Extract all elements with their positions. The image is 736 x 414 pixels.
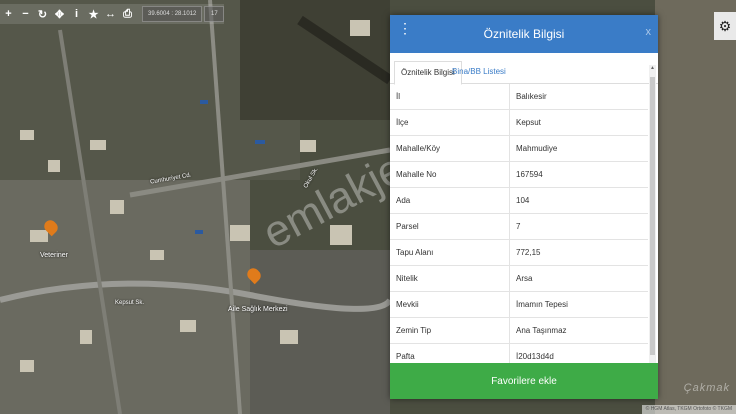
- attribute-key: İlçe: [390, 109, 510, 136]
- table-row: Nitelik Arsa: [390, 265, 648, 292]
- add-favorite-button[interactable]: Favorilere ekle: [390, 363, 658, 399]
- map-attribution: © HGM Atlas, TKGM Ortofoto © TKGM: [641, 405, 736, 414]
- zoom-level: 17: [204, 6, 225, 22]
- close-icon[interactable]: x: [646, 26, 652, 38]
- attribute-key: Tapu Alanı: [390, 239, 510, 266]
- attribute-value: Arsa: [509, 265, 648, 292]
- tab-building-list[interactable]: Bina/BB Listesi: [446, 61, 512, 83]
- attribute-key: Zemin Tip: [390, 317, 510, 344]
- coordinate-readout: 39.6004 : 28.1012: [142, 6, 203, 22]
- attribute-value: 104: [509, 187, 648, 214]
- place-label: Çakmak: [683, 382, 730, 394]
- table-row: Mahalle No 167594: [390, 161, 648, 188]
- table-row: Zemin Tip Ana Taşınmaz: [390, 317, 648, 344]
- poi-label-health-center: Aile Sağlık Merkezi: [228, 306, 288, 313]
- attribute-key: İl: [390, 84, 510, 110]
- table-row: Ada 104: [390, 187, 648, 214]
- attribute-value: 167594: [509, 161, 648, 188]
- print-icon[interactable]: ⎙: [119, 5, 136, 23]
- measure-icon[interactable]: ↔: [102, 5, 119, 23]
- attribute-value: Balıkesir: [509, 84, 648, 110]
- attribute-table: İl Balıkesir İlçe Kepsut Mahalle/Köy Mahmud…: [390, 84, 648, 378]
- map-toolbar: + − ↻ ✥ i ★ ↔ ⎙ 39.6004 : 28.1012 17: [0, 4, 225, 24]
- attribute-key: Parsel: [390, 213, 510, 240]
- menu-icon[interactable]: ⋮: [398, 21, 412, 35]
- attribute-value: Ana Taşınmaz: [509, 317, 648, 344]
- attribute-key: Mahalle No: [390, 161, 510, 188]
- zoom-out-icon[interactable]: −: [17, 5, 34, 23]
- attribute-value: Kepsut: [509, 109, 648, 136]
- info-icon[interactable]: i: [68, 5, 85, 23]
- attribute-key: Nitelik: [390, 265, 510, 292]
- scroll-up-icon[interactable]: ▲: [649, 65, 656, 73]
- road-label: Kepsut Sk.: [115, 300, 145, 306]
- attribute-key: Mahalle/Köy: [390, 135, 510, 162]
- table-row: Tapu Alanı 772,15: [390, 239, 648, 266]
- attribute-key: Mevkii: [390, 291, 510, 318]
- attribute-value: Mahmudiye: [509, 135, 648, 162]
- panel-header: ⋮ Öznitelik Bilgisi x: [390, 15, 658, 53]
- attribute-key: Ada: [390, 187, 510, 214]
- panel-scrollbar[interactable]: ▲ ▼: [649, 65, 656, 377]
- scroll-thumb[interactable]: [650, 77, 655, 355]
- table-row: İlçe Kepsut: [390, 109, 648, 136]
- refresh-icon[interactable]: ↻: [34, 5, 51, 23]
- attribute-value: İmamın Tepesi: [509, 291, 648, 318]
- zoom-in-icon[interactable]: +: [0, 5, 17, 23]
- panel-title: Öznitelik Bilgisi: [483, 27, 565, 41]
- poi-label-veteriner: Veteriner: [40, 252, 69, 259]
- star-icon[interactable]: ★: [85, 5, 102, 23]
- attribute-panel: ⋮ Öznitelik Bilgisi x Öznitelik Bilgisi …: [390, 15, 658, 399]
- attribute-value: 7: [509, 213, 648, 240]
- table-row: Mevkii İmamın Tepesi: [390, 291, 648, 318]
- attribute-value: 772,15: [509, 239, 648, 266]
- gear-icon[interactable]: ⚙: [714, 12, 736, 40]
- table-row: Mahalle/Köy Mahmudiye: [390, 135, 648, 162]
- table-row: Parsel 7: [390, 213, 648, 240]
- locate-icon[interactable]: ✥: [51, 5, 68, 23]
- table-row: İl Balıkesir: [390, 84, 648, 110]
- panel-tabs: Öznitelik Bilgisi Bina/BB Listesi: [390, 53, 658, 85]
